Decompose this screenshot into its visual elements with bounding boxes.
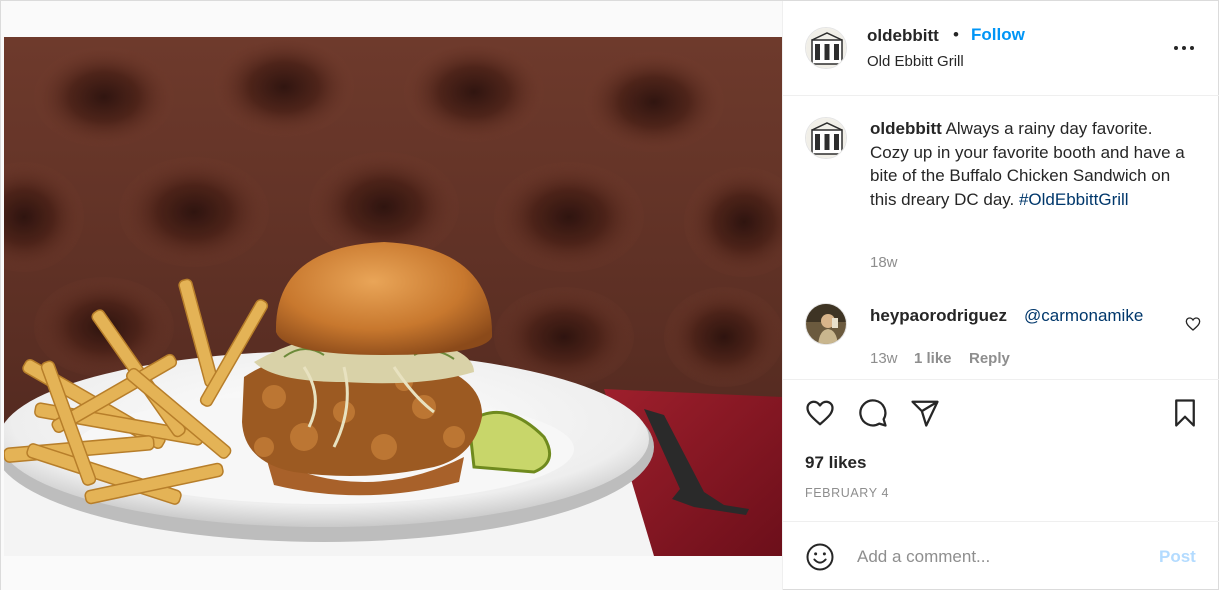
post-photo[interactable] xyxy=(4,37,782,556)
post-header: oldebbitt • Follow Old Ebbitt Grill xyxy=(783,1,1219,96)
separator-dot: • xyxy=(953,25,959,44)
account-username[interactable]: oldebbitt xyxy=(867,26,939,46)
more-options-icon[interactable] xyxy=(1171,37,1197,57)
comment-mention[interactable]: @carmonamike xyxy=(1024,306,1143,326)
post-date[interactable]: FEBRUARY 4 xyxy=(805,486,889,500)
instagram-post-window: oldebbitt • Follow Old Ebbitt Grill olde… xyxy=(0,0,1219,590)
location-link[interactable]: Old Ebbitt Grill xyxy=(867,53,964,70)
building-logo-icon xyxy=(806,28,846,68)
follow-button[interactable]: Follow xyxy=(971,25,1025,45)
bookmark-icon[interactable] xyxy=(1170,398,1200,428)
caption-avatar[interactable] xyxy=(805,117,847,159)
post-details-panel: oldebbitt • Follow Old Ebbitt Grill olde… xyxy=(783,1,1219,590)
person-photo-icon xyxy=(806,304,846,344)
likes-count[interactable]: 97 likes xyxy=(805,453,866,473)
comment-like-heart-icon[interactable] xyxy=(1185,316,1201,332)
comment-like-count[interactable]: 1 like xyxy=(914,350,952,367)
comment-timestamp[interactable]: 13w xyxy=(870,350,898,367)
heart-icon[interactable] xyxy=(805,398,835,428)
caption-timestamp[interactable]: 18w xyxy=(870,254,898,271)
caption-text: oldebbitt Always a rainy day favorite. C… xyxy=(870,117,1190,211)
share-icon[interactable] xyxy=(910,398,940,428)
comment-icon[interactable] xyxy=(858,398,888,428)
emoji-icon[interactable] xyxy=(805,542,835,572)
building-logo-icon xyxy=(806,118,846,158)
caption-username[interactable]: oldebbitt xyxy=(870,119,942,138)
reply-button[interactable]: Reply xyxy=(969,350,1010,367)
add-comment-bar: Post xyxy=(783,521,1219,590)
account-avatar[interactable] xyxy=(805,27,847,69)
comment-input[interactable] xyxy=(857,544,1147,570)
post-actions: 97 likes FEBRUARY 4 xyxy=(783,379,1219,521)
post-comment-button[interactable]: Post xyxy=(1159,547,1196,567)
caption-hashtag[interactable]: #OldEbbittGrill xyxy=(1019,190,1129,209)
commenter-avatar[interactable] xyxy=(805,303,847,345)
post-media xyxy=(1,1,783,590)
sandwich-photo xyxy=(4,37,782,556)
commenter-username[interactable]: heypaorodriguez xyxy=(870,306,1007,326)
